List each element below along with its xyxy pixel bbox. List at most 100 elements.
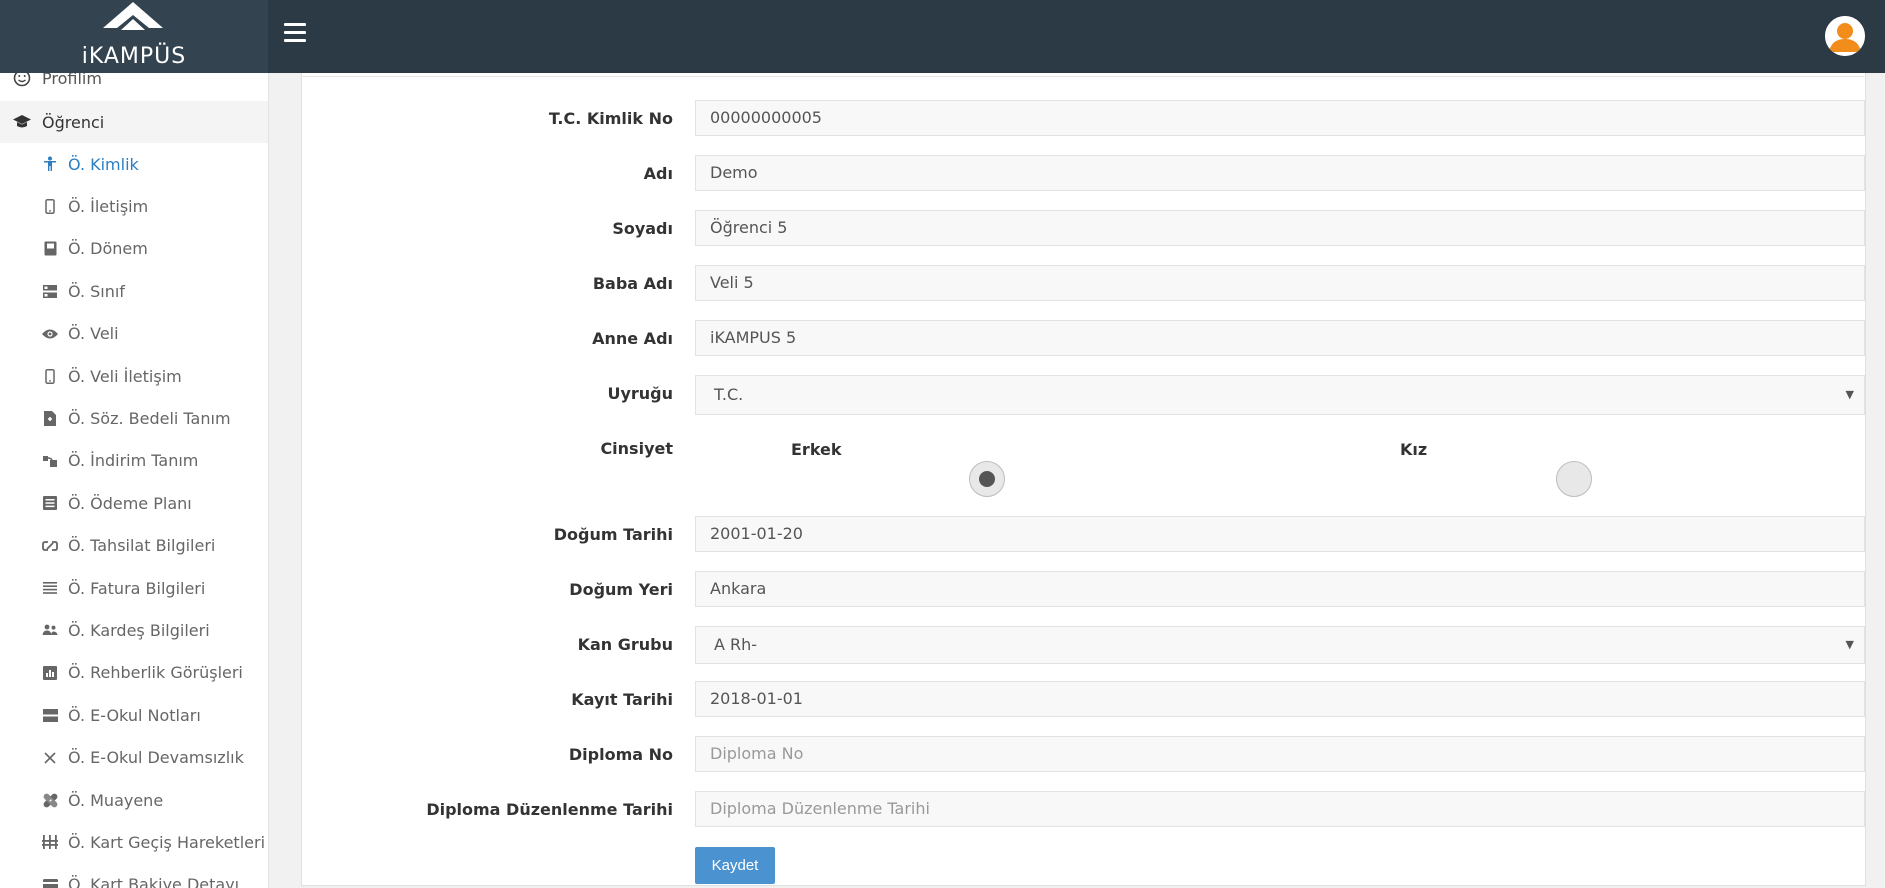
sidebar-item-label: Ö. Sınıf (68, 281, 125, 301)
logo[interactable]: iKAMPÜS (0, 0, 268, 73)
diploma-date-label: Diploma Düzenlenme Tarihi (426, 800, 673, 819)
sidebar-item-label: Profilim (42, 73, 102, 88)
row-birthplace: Doğum Yeri Ankara (301, 571, 1866, 609)
gender-label: Cinsiyet (600, 439, 673, 458)
sidebar-item-5[interactable]: Ö. Veli (0, 313, 268, 355)
tc-label: T.C. Kimlik No (548, 109, 673, 128)
cross-icon (42, 748, 58, 768)
smile-icon (12, 73, 32, 88)
sidebar-item-18[interactable]: Ö. Kart Bakiye Detayı (0, 864, 268, 888)
bandage-icon (42, 790, 58, 810)
sidebar-item-2[interactable]: Ö. İletişim (0, 185, 268, 227)
radio-selected-dot (979, 471, 995, 487)
sidebar-item-15[interactable]: Ö. E-Okul Devamsızlık (0, 737, 268, 779)
row-father: Baba Adı Veli 5 (301, 265, 1866, 303)
mother-label: Anne Adı (592, 329, 673, 348)
birthdate-input[interactable]: 2001-01-20 (695, 516, 1865, 552)
sidebar-item-4[interactable]: Ö. Sınıf (0, 270, 268, 312)
sidebar-item-label: Ö. Dönem (68, 239, 148, 259)
menu-toggle-icon[interactable] (284, 23, 306, 45)
chart-icon (42, 663, 58, 683)
row-nationality: Uyruğu T.C. ▼ (301, 375, 1866, 415)
sidebar-item-11[interactable]: Ö. Fatura Bilgileri (0, 567, 268, 609)
birthdate-label: Doğum Tarihi (553, 525, 673, 544)
dropdown-arrow-icon: ▼ (1845, 638, 1854, 651)
sidebar-item-10[interactable]: Ö. Tahsilat Bilgileri (0, 525, 268, 567)
graduation-cap-icon (12, 112, 32, 132)
sidebar: Profilim Öğrenci Ö. Kimlik Ö. İletişim Ö. … (0, 73, 269, 888)
sidebar-item-label: Ö. Kart Bakiye Detayı (68, 875, 240, 888)
sidebar-item-label: Ö. İndirim Tanım (68, 451, 199, 471)
logo-text: iKAMPÜS (81, 44, 187, 69)
sidebar-item-7[interactable]: Ö. Söz. Bedeli Tanım (0, 397, 268, 439)
surname-input[interactable]: Öğrenci 5 (695, 210, 1865, 246)
nationality-select[interactable]: T.C. ▼ (695, 375, 1865, 415)
blood-select[interactable]: A Rh- ▼ (695, 626, 1865, 664)
user-avatar[interactable] (1823, 14, 1867, 58)
sidebar-item-label: Ö. Veli İletişim (68, 366, 182, 386)
sidebar-item-label: Öğrenci (42, 112, 105, 132)
siblings-icon (42, 620, 58, 640)
diploma-label: Diploma No (568, 745, 673, 764)
nationality-label: Uyruğu (607, 384, 673, 403)
row-gender: Cinsiyet (301, 430, 1866, 500)
sidebar-item-label: Ö. Rehberlik Görüşleri (68, 663, 243, 683)
row-blood: Kan Grubu A Rh- ▼ (301, 626, 1866, 664)
gender-male-radio[interactable] (969, 461, 1005, 497)
birthplace-label: Doğum Yeri (569, 580, 673, 599)
blood-value: A Rh- (714, 635, 758, 654)
book-icon (42, 239, 58, 259)
sidebar-item-16[interactable]: Ö. Muayene (0, 779, 268, 821)
discount-icon (42, 451, 58, 471)
contract-icon (42, 408, 58, 428)
sidebar-item-1[interactable]: Ö. Kimlik (0, 143, 268, 185)
tc-input[interactable]: 00000000005 (695, 100, 1865, 136)
grades-icon (42, 705, 58, 725)
row-tc: T.C. Kimlik No 00000000005 (301, 100, 1866, 138)
diploma-input[interactable]: Diploma No (695, 736, 1865, 772)
person-icon (42, 154, 58, 174)
nationality-value: T.C. (714, 385, 744, 404)
sidebar-item-label: Ö. E-Okul Devamsızlık (68, 748, 244, 768)
row-name: Adı Demo (301, 155, 1866, 193)
sidebar-item-label: Ö. Veli (68, 324, 119, 344)
diploma-date-input[interactable]: Diploma Düzenlenme Tarihi (695, 791, 1865, 827)
class-icon (42, 281, 58, 301)
link-icon (42, 536, 58, 556)
father-label: Baba Adı (592, 274, 673, 293)
regdate-input[interactable]: 2018-01-01 (695, 681, 1865, 717)
surname-label: Soyadı (612, 219, 673, 238)
panel-divider (301, 76, 1864, 77)
payment-plan-icon (42, 493, 58, 513)
sidebar-item-label: Ö. İletişim (68, 196, 149, 216)
eye-icon (42, 324, 58, 344)
mother-input[interactable]: iKAMPUS 5 (695, 320, 1865, 356)
sidebar-item-9[interactable]: Ö. Ödeme Planı (0, 482, 268, 524)
sidebar-item-label: Ö. Kardeş Bilgileri (68, 620, 210, 640)
name-label: Adı (643, 164, 673, 183)
save-button[interactable]: Kaydet (695, 847, 775, 884)
regdate-label: Kayıt Tarihi (571, 690, 673, 709)
sidebar-item-12[interactable]: Ö. Kardeş Bilgileri (0, 609, 268, 651)
transit-icon (42, 832, 58, 852)
sidebar-item-label: Ö. Kimlik (68, 154, 139, 174)
birthplace-input[interactable]: Ankara (695, 571, 1865, 607)
sidebar-item-label: Ö. Söz. Bedeli Tanım (68, 408, 231, 428)
sidebar-item-3[interactable]: Ö. Dönem (0, 228, 268, 270)
sidebar-item-6[interactable]: Ö. Veli İletişim (0, 355, 268, 397)
sidebar-item-student[interactable]: Öğrenci (0, 101, 268, 143)
sidebar-item-profile[interactable]: Profilim (0, 73, 268, 99)
sidebar-item-label: Ö. E-Okul Notları (68, 705, 201, 725)
phone-icon (42, 366, 58, 386)
gender-female-radio[interactable] (1556, 461, 1592, 497)
sidebar-item-13[interactable]: Ö. Rehberlik Görüşleri (0, 652, 268, 694)
logo-mark-icon (103, 2, 163, 30)
blood-label: Kan Grubu (577, 635, 673, 654)
sidebar-item-17[interactable]: Ö. Kart Geçiş Hareketleri (0, 821, 268, 863)
sidebar-item-14[interactable]: Ö. E-Okul Notları (0, 694, 268, 736)
sidebar-item-8[interactable]: Ö. İndirim Tanım (0, 440, 268, 482)
gender-male-label: Erkek (791, 440, 842, 459)
row-surname: Soyadı Öğrenci 5 (301, 210, 1866, 248)
father-input[interactable]: Veli 5 (695, 265, 1865, 301)
name-input[interactable]: Demo (695, 155, 1865, 191)
